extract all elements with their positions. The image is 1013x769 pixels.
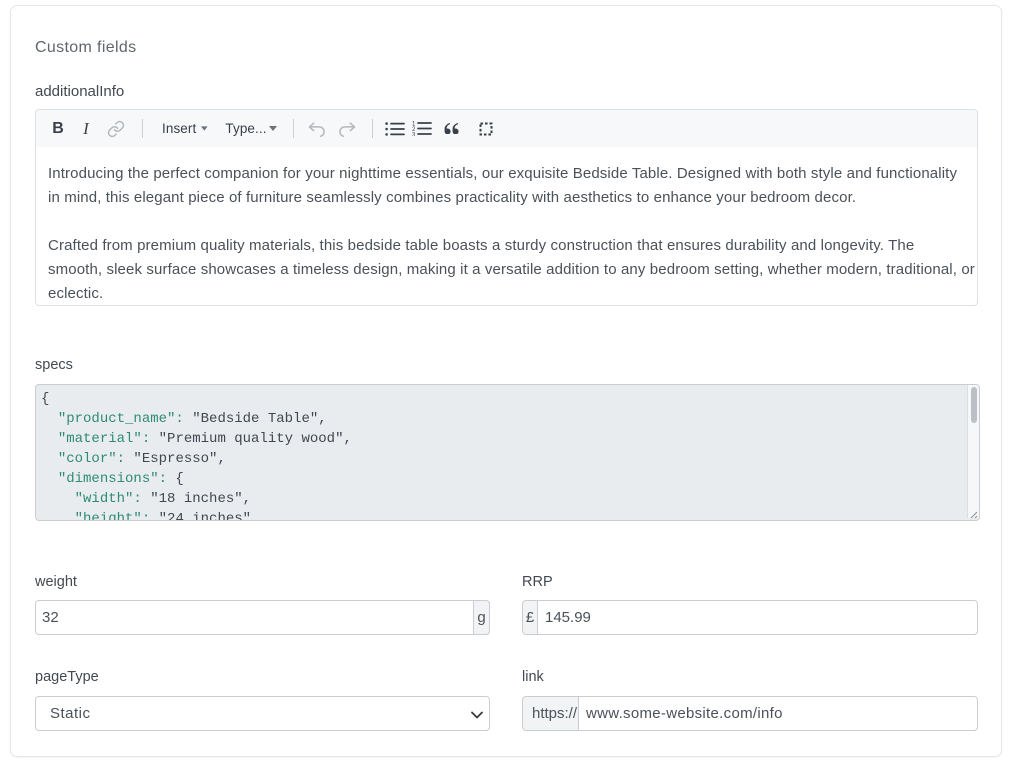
svg-text:3: 3 [412, 133, 416, 137]
